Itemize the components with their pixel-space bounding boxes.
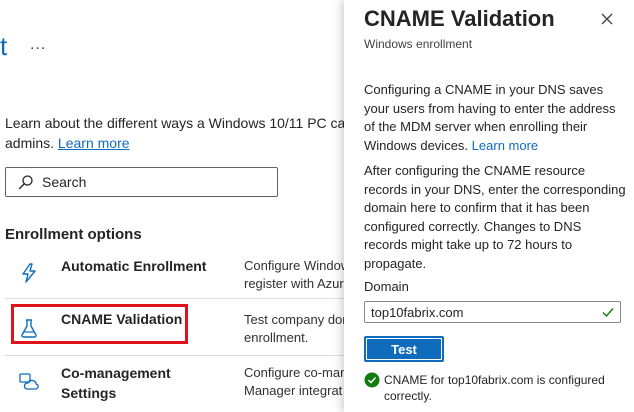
selection-highlight	[11, 304, 188, 344]
intro-line-1: Learn about the different ways a Windows…	[5, 115, 344, 131]
option-desc-1: Configure Window	[244, 258, 344, 273]
option-automatic-enrollment[interactable]: Automatic Enrollment Configure Window re…	[0, 254, 344, 298]
cname-validation-panel: CNAME Validation Windows enrollment Conf…	[344, 0, 634, 412]
panel-learn-more-link[interactable]: Learn more	[472, 138, 538, 153]
option-desc-1: Configure co-mana	[244, 365, 344, 380]
close-icon[interactable]	[598, 10, 616, 28]
option-desc-2: enrollment.	[244, 330, 309, 345]
enrollment-page: t ... Learn about the different ways a W…	[0, 0, 344, 412]
option-co-management-settings[interactable]: Co-management Settings Configure co-mana…	[0, 360, 344, 412]
option-name-2: Settings	[61, 385, 117, 401]
validation-status: CNAME for top10fabrix.com is configured …	[384, 373, 605, 403]
divider	[5, 298, 344, 299]
option-name: Automatic Enrollment	[61, 258, 207, 274]
panel-description: Configuring a CNAME in your DNS saves yo…	[364, 81, 626, 155]
search-box[interactable]	[5, 167, 278, 197]
domain-field[interactable]	[364, 301, 621, 323]
search-icon	[18, 174, 34, 190]
domain-input[interactable]	[365, 304, 591, 320]
option-desc-1: Test company dom	[244, 312, 344, 327]
test-button[interactable]: Test	[364, 336, 444, 362]
success-icon	[364, 372, 380, 388]
intro-text: Learn about the different ways a Windows…	[5, 113, 344, 153]
section-title: Enrollment options	[5, 226, 142, 243]
panel-subtitle: Windows enrollment	[364, 37, 473, 51]
learn-more-link[interactable]: Learn more	[58, 135, 130, 151]
panel-title: CNAME Validation	[364, 6, 555, 31]
page-title: t	[0, 31, 8, 61]
option-name-1: Co-management	[61, 365, 171, 381]
intro-line-2: admins.	[5, 135, 55, 151]
option-desc-2: Manager integrat	[244, 383, 343, 398]
co-management-icon	[18, 370, 40, 392]
divider	[5, 355, 344, 356]
more-options-button[interactable]: ...	[30, 36, 46, 54]
checkmark-icon	[601, 305, 615, 319]
lightning-icon	[18, 262, 40, 284]
search-input[interactable]	[42, 174, 242, 190]
panel-instructions: After configuring the CNAME resource rec…	[364, 163, 626, 271]
domain-label: Domain	[364, 279, 409, 294]
option-desc-2: register with Azur	[244, 276, 344, 291]
